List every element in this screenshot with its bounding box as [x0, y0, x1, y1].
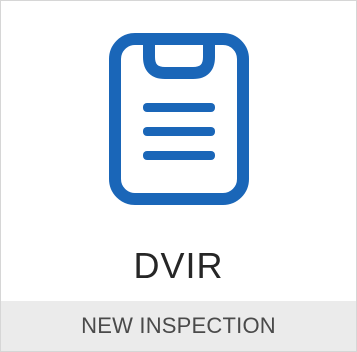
dvir-tile[interactable]: DVIR NEW INSPECTION [0, 0, 357, 352]
clipboard-icon [1, 33, 356, 205]
tile-title: DVIR [133, 245, 224, 286]
new-inspection-label: NEW INSPECTION [81, 313, 276, 338]
new-inspection-button[interactable]: NEW INSPECTION [1, 301, 356, 351]
